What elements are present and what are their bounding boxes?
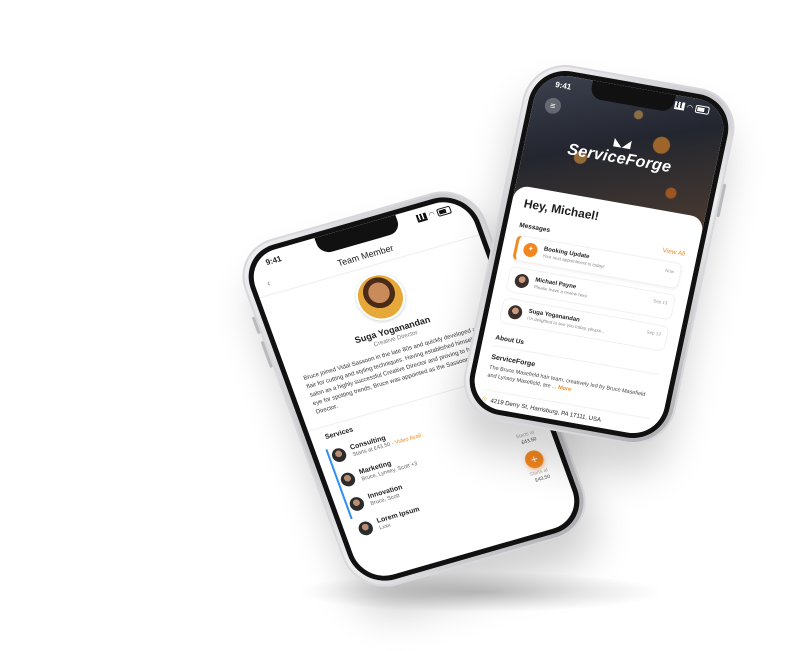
battery-icon <box>435 205 453 217</box>
power-button <box>716 183 727 218</box>
avatar <box>356 519 375 537</box>
avatar <box>513 272 531 290</box>
messages-label: Messages <box>518 221 551 235</box>
avatar <box>338 471 358 489</box>
avatar <box>506 304 524 321</box>
avatar <box>329 446 349 464</box>
mockup-stage: 9:41 ◠ ‹ Team Member Suga Yoganandan Cre… <box>0 0 801 651</box>
ground-shadow <box>300 572 660 612</box>
volume-button <box>251 316 261 335</box>
location-pin-icon: ⌾ <box>481 395 488 404</box>
chevron-left-icon[interactable]: ‹ <box>265 278 272 289</box>
brand-logo: ◣◢ ServiceForge <box>523 120 719 185</box>
battery-icon <box>694 104 711 115</box>
status-icons: ◠ <box>673 100 711 115</box>
view-all-link[interactable]: View All <box>662 247 686 258</box>
signal-icon <box>415 212 428 223</box>
status-time: 9:41 <box>264 253 283 267</box>
signal-icon <box>673 100 686 111</box>
avatar <box>347 495 367 513</box>
more-link[interactable]: More <box>557 385 571 393</box>
notification-icon: ✦ <box>522 241 539 259</box>
status-time: 9:41 <box>554 79 573 92</box>
hamburger-menu-icon[interactable]: ≡ <box>543 96 563 116</box>
wifi-icon: ◠ <box>686 104 694 113</box>
home-screen: 9:41 ◠ ≡ ◣◢ ServiceForge Hey, Michael! M… <box>468 71 730 438</box>
avatar <box>349 267 412 327</box>
wifi-icon: ◠ <box>428 211 436 220</box>
phone-right: 9:41 ◠ ≡ ◣◢ ServiceForge Hey, Michael! M… <box>455 58 743 451</box>
